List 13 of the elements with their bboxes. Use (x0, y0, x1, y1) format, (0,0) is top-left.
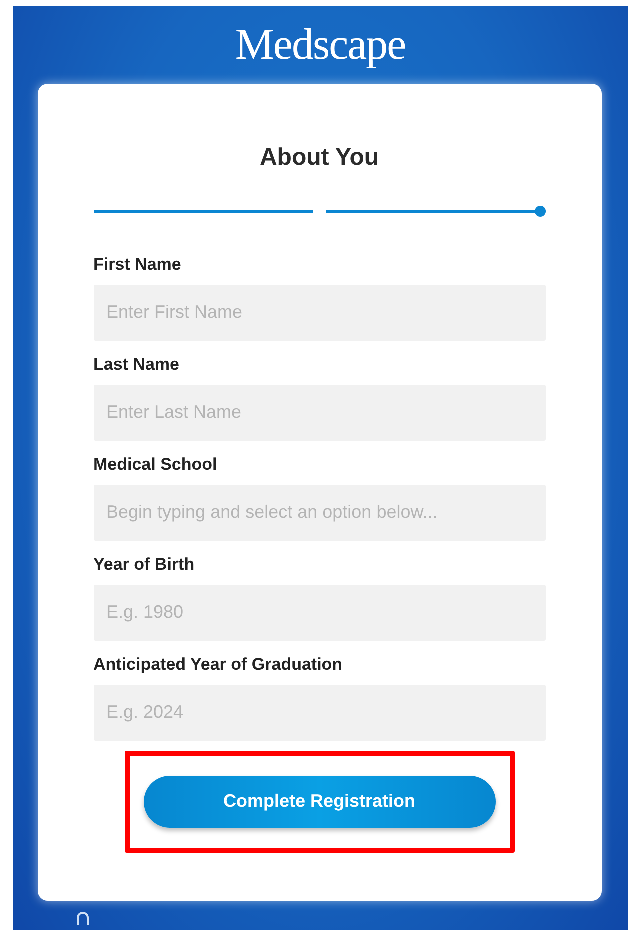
input-field[interactable]: E.g. 2024 (94, 684, 546, 741)
input-field[interactable]: Enter First Name (94, 284, 546, 341)
input-field[interactable]: Begin typing and select an option below... (94, 484, 546, 541)
logo: Medscape (235, 19, 406, 72)
complete-registration-button[interactable]: Complete Registration (144, 776, 496, 828)
input-field[interactable]: E.g. 1980 (94, 584, 546, 641)
field-label: First Name (94, 254, 182, 275)
field-label: Medical School (94, 454, 218, 475)
field-label: Anticipated Year of Graduation (94, 654, 344, 675)
input-field[interactable]: Enter Last Name (94, 384, 546, 441)
field-label: Year of Birth (94, 554, 196, 575)
field-label: Last Name (94, 354, 180, 375)
form-title: About You (260, 144, 380, 172)
